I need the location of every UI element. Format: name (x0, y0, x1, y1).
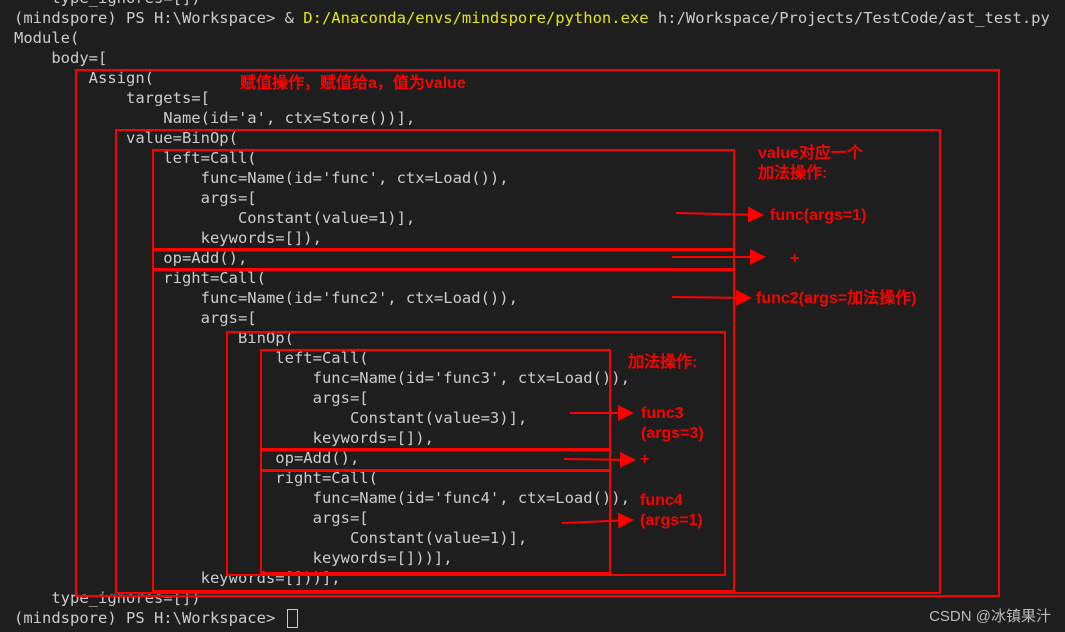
csdn-watermark: CSDN @冰镇果汁 (929, 608, 1051, 625)
plus-note-outer: + (790, 250, 800, 267)
arrow-func4 (561, 512, 634, 529)
annotation-arrows (561, 206, 766, 529)
arrow-func2 (671, 289, 752, 306)
func-note: func(args=1) (770, 207, 867, 224)
func3-note: func3 (args=3) (641, 405, 704, 442)
arrow-plus-inner (563, 451, 636, 468)
arrow-func (675, 206, 764, 223)
assign-note: 赋值操作，赋值给a，值为value (240, 75, 466, 92)
inner-binop-note: 加法操作: (628, 354, 698, 371)
value-note: value对应一个 加法操作: (758, 145, 863, 182)
func4-note: func4 (args=1) (640, 492, 703, 529)
plus-note-inner: + (640, 451, 650, 468)
func2-note: func2(args=加法操作) (756, 290, 917, 307)
